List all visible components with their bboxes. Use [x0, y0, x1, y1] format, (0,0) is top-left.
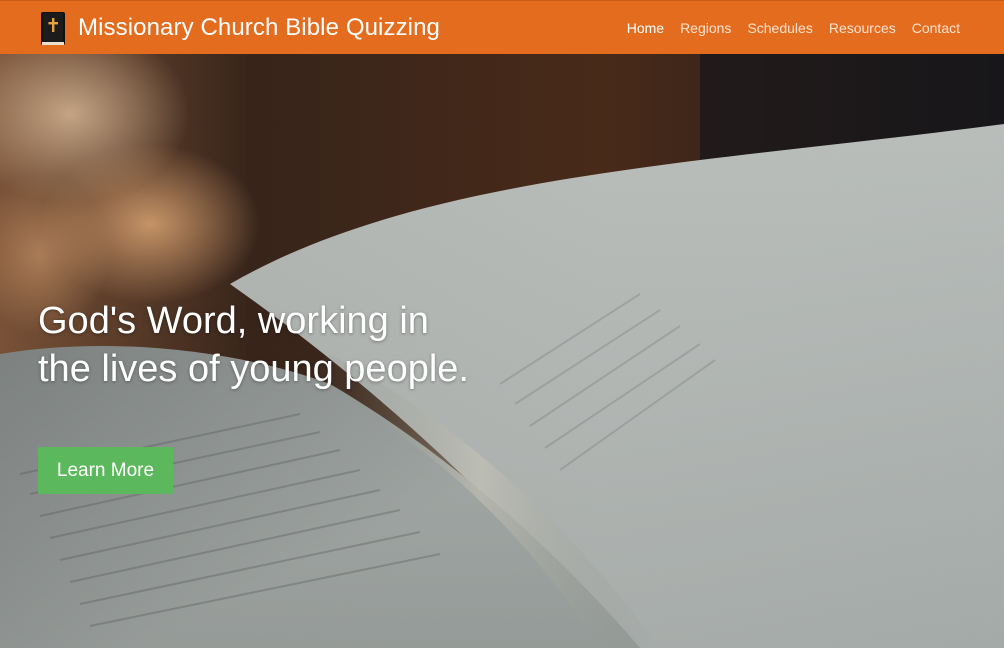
bible-icon [41, 11, 65, 45]
nav-resources[interactable]: Resources [829, 20, 896, 36]
hero-headline: God's Word, working in the lives of youn… [38, 297, 508, 393]
brand-title: Missionary Church Bible Quizzing [78, 14, 441, 41]
hero-section: God's Word, working in the lives of youn… [0, 54, 1004, 648]
nav-contact[interactable]: Contact [912, 20, 960, 36]
page: Missionary Church Bible Quizzing Home Re… [0, 0, 1004, 648]
learn-more-button[interactable]: Learn More [38, 447, 173, 494]
brand-link[interactable]: Missionary Church Bible Quizzing [40, 10, 440, 46]
hero-headline-line1: God's Word, working in [38, 300, 429, 342]
nav-links: Home Regions Schedules Resources Contact [611, 1, 960, 55]
navbar: Missionary Church Bible Quizzing Home Re… [0, 0, 1004, 54]
nav-regions[interactable]: Regions [680, 20, 731, 36]
nav-schedules[interactable]: Schedules [747, 20, 812, 36]
nav-home[interactable]: Home [627, 20, 664, 36]
hero-headline-line2: the lives of young people. [38, 348, 469, 390]
